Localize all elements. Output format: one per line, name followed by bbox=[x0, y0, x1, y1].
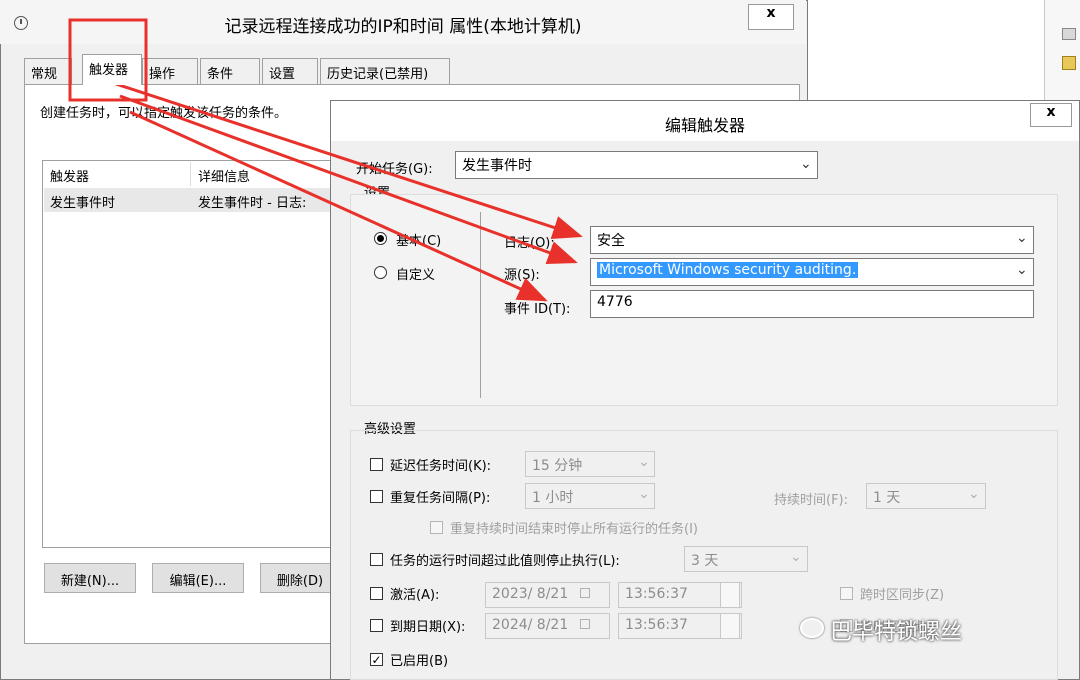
annotation-overlay bbox=[68, 18, 583, 302]
wechat-icon bbox=[800, 618, 824, 638]
tab-triggers[interactable]: 触发器 bbox=[82, 54, 142, 85]
arrow-to-log bbox=[109, 80, 583, 239]
arrow-to-source bbox=[119, 94, 578, 265]
arrow-to-event-id bbox=[129, 110, 548, 302]
watermark: 巴毕特锁螺丝 bbox=[830, 620, 963, 645]
